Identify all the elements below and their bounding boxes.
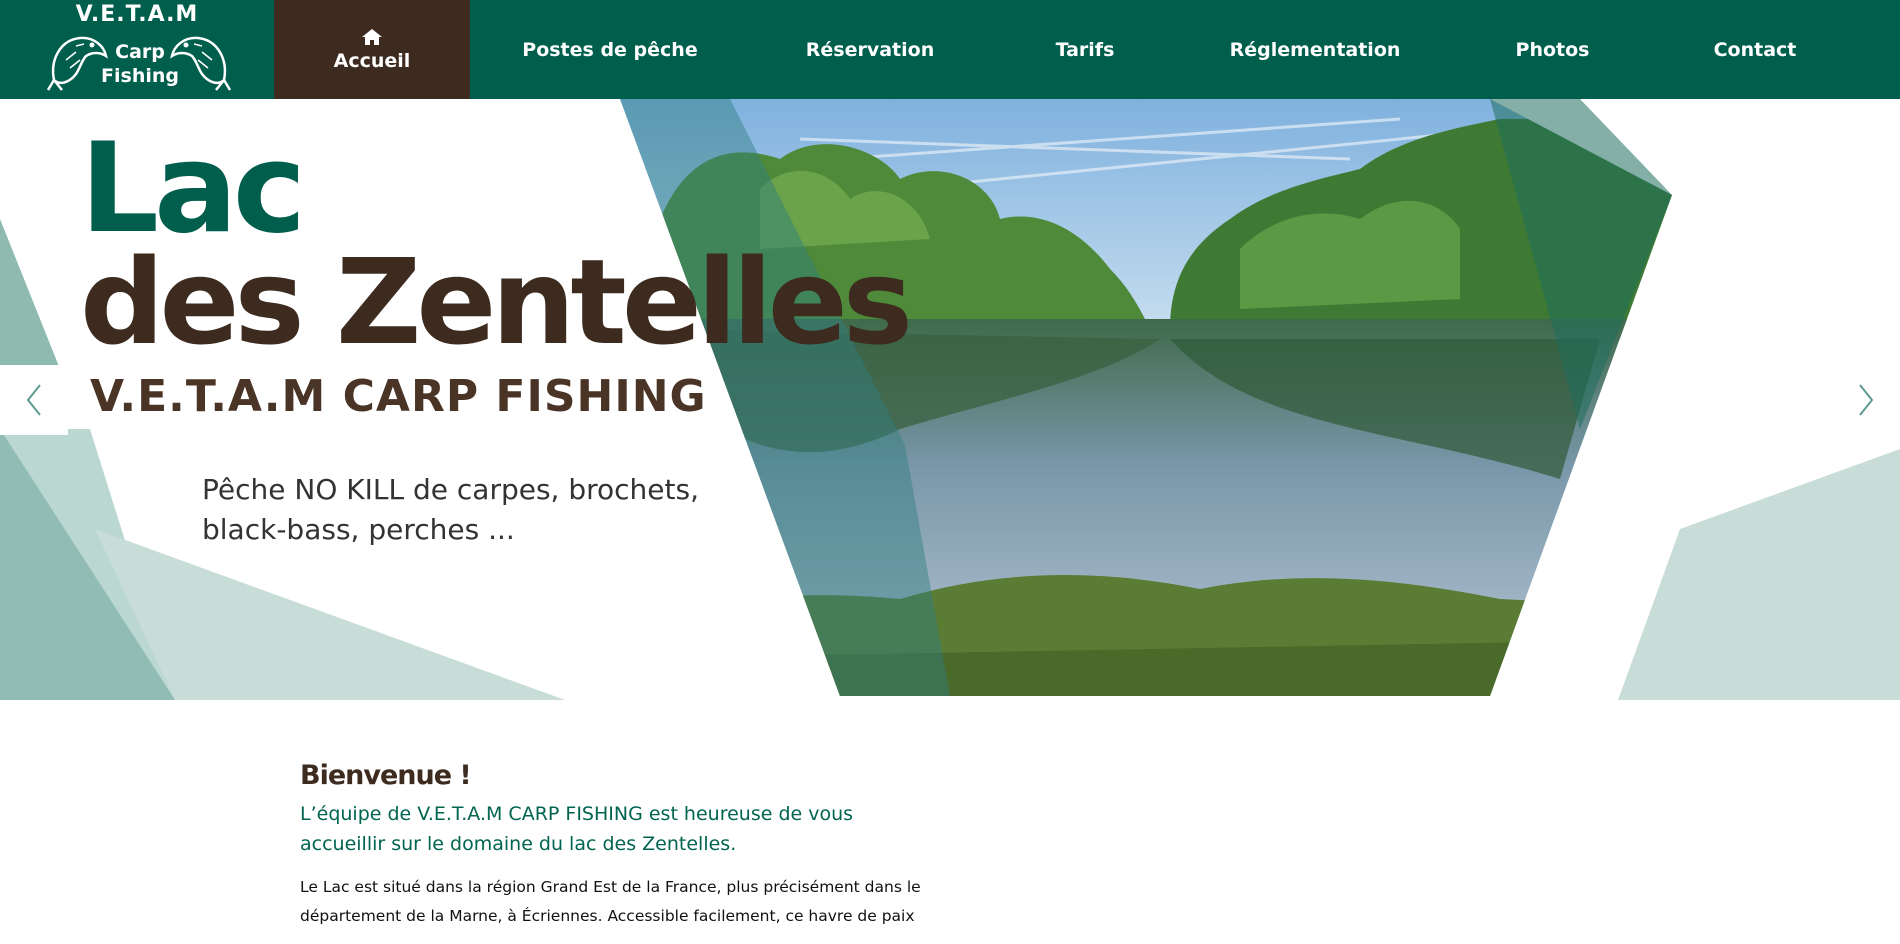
- nav-contact[interactable]: Contact: [1700, 0, 1810, 99]
- nav-tarifs-label: Tarifs: [1055, 38, 1115, 61]
- slider-prev-button[interactable]: [0, 365, 68, 435]
- welcome-body: Le Lac est situé dans la région Grand Es…: [300, 878, 921, 925]
- hero-title-line2: des Zentelles: [80, 233, 913, 371]
- nav-reglementation-label: Réglementation: [1229, 38, 1401, 61]
- nav-contact-label: Contact: [1713, 38, 1797, 61]
- hero-slider: Lac des Zentelles V.E.T.A.M CARP FISHING…: [0, 99, 1900, 700]
- hero-description: Pêche NO KILL de carpes, brochets, black…: [202, 473, 699, 546]
- chevron-left-icon: [26, 384, 41, 416]
- chevron-right-icon: [1859, 384, 1874, 416]
- logo-title: V.E.T.A.M: [75, 2, 199, 27]
- welcome-title: Bienvenue !: [300, 760, 472, 791]
- nav-reservation[interactable]: Réservation: [770, 0, 970, 99]
- nav-photos-label: Photos: [1515, 38, 1590, 61]
- carp-right-icon: [170, 36, 232, 91]
- nav-reservation-label: Réservation: [805, 38, 935, 61]
- nav-photos[interactable]: Photos: [1500, 0, 1605, 99]
- home-icon: [362, 28, 382, 45]
- site-logo[interactable]: V.E.T.A.M Carp Fishing: [0, 0, 274, 99]
- nav-tarifs[interactable]: Tarifs: [1030, 0, 1140, 99]
- top-navbar: V.E.T.A.M Carp Fishing Accueil Postes de…: [0, 0, 1900, 99]
- slider-next-button[interactable]: [1832, 365, 1900, 435]
- nav-postes-label: Postes de pêche: [522, 38, 698, 61]
- nav-reglementation[interactable]: Réglementation: [1210, 0, 1420, 99]
- welcome-lead: L’équipe de V.E.T.A.M CARP FISHING est h…: [300, 803, 854, 855]
- nav-postes-de-peche[interactable]: Postes de pêche: [500, 0, 720, 99]
- welcome-section: Bienvenue ! L’équipe de V.E.T.A.M CARP F…: [300, 760, 940, 931]
- nav-accueil[interactable]: Accueil: [274, 0, 470, 99]
- hero-subtitle: V.E.T.A.M CARP FISHING: [90, 371, 707, 422]
- nav-accueil-label: Accueil: [333, 49, 411, 72]
